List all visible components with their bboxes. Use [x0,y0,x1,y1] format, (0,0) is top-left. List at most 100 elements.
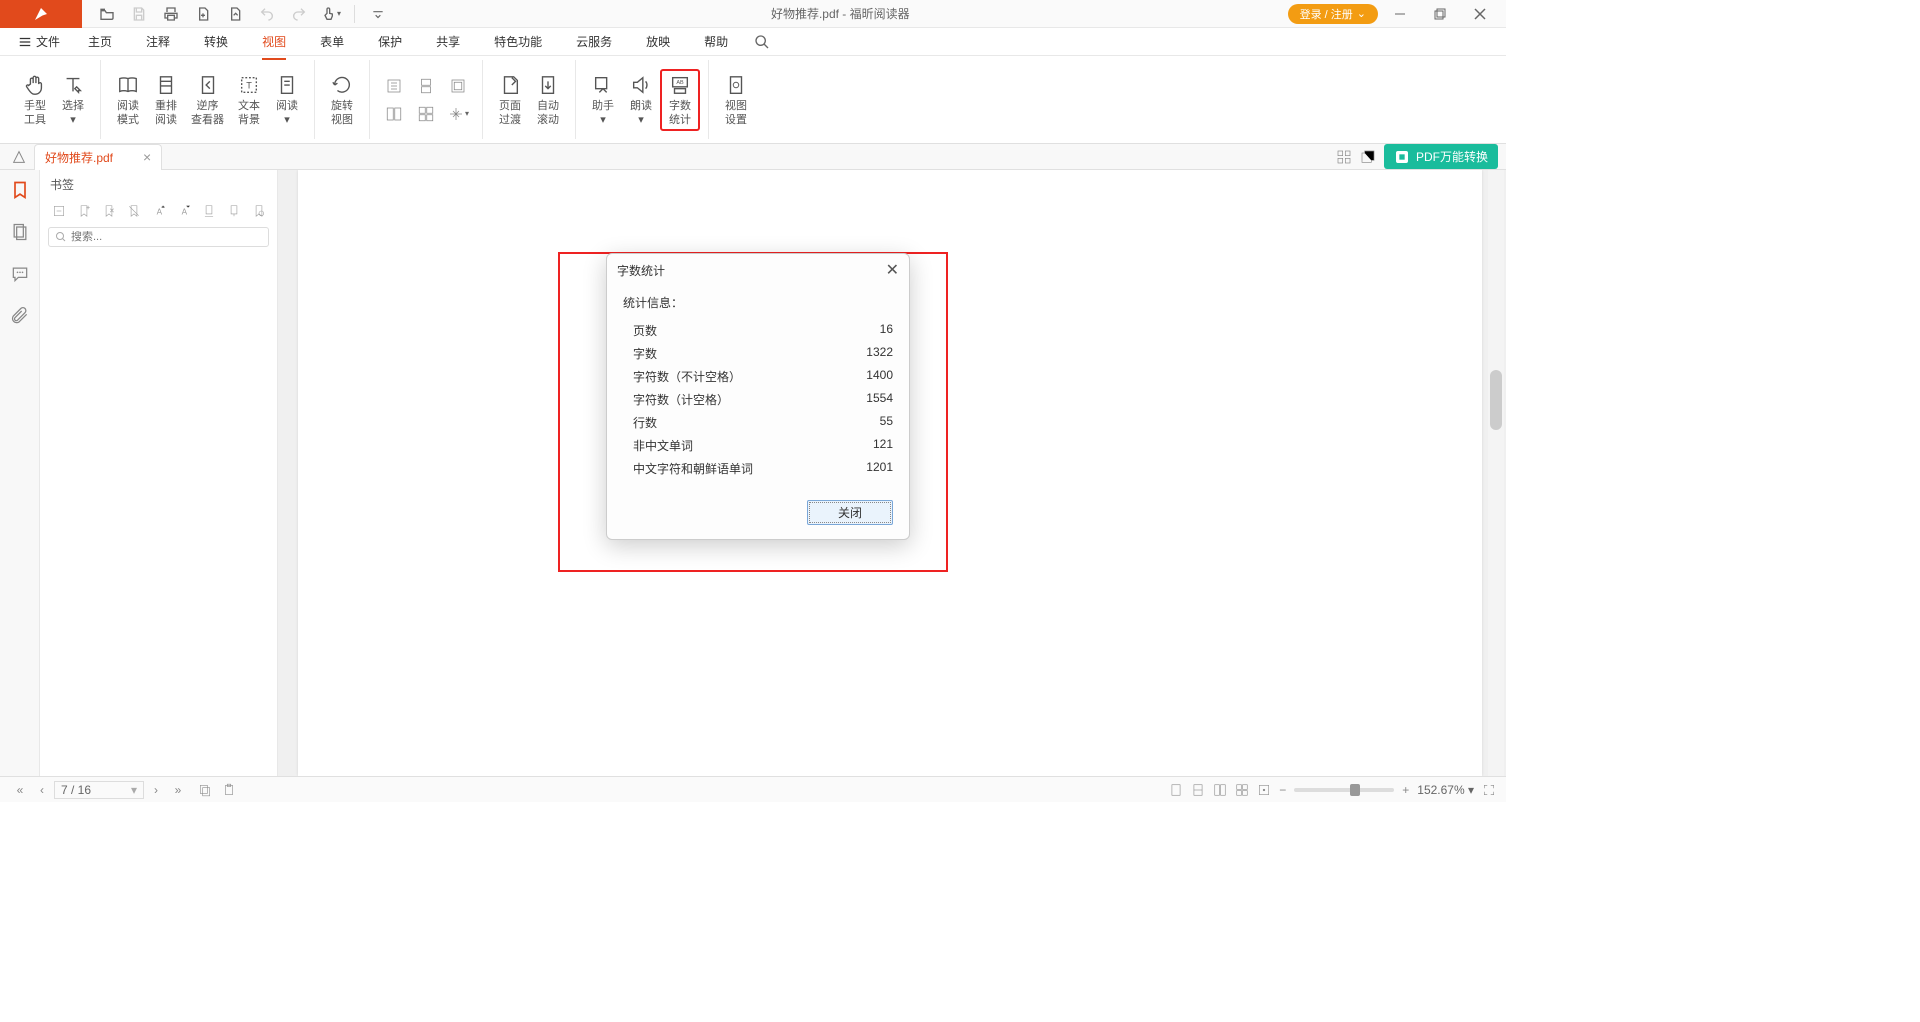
read-bg-button[interactable]: 阅读▾ [268,71,306,129]
undo-icon[interactable] [252,1,282,27]
text-viewer-button[interactable]: T 文本 背景 [230,71,268,129]
touch-icon[interactable]: ▾ [316,1,346,27]
menu-share[interactable]: 共享 [420,29,476,54]
zoom-slider-thumb[interactable] [1350,784,1360,796]
bm-tool8-icon[interactable] [223,201,244,221]
menu-view[interactable]: 视图 [246,29,302,54]
close-button[interactable] [1462,1,1498,27]
word-count-button[interactable]: AB 字数 统计 [660,69,700,131]
maximize-button[interactable] [1422,1,1458,27]
bookmark-search-input[interactable] [71,231,262,243]
reverse-viewer-button[interactable]: 逆序 查看器 [185,71,230,129]
layout2-icon[interactable] [378,101,410,127]
fullscreen-button[interactable] [1482,783,1496,797]
titlebar: ▾ 好物推荐.pdf - 福昕阅读器 登录 / 注册⌄ [0,0,1506,28]
next-page-button[interactable]: › [146,783,166,797]
bm-expand-icon[interactable] [48,201,69,221]
menu-features[interactable]: 特色功能 [478,29,558,54]
menu-home[interactable]: 主页 [72,29,128,54]
bm-cut-icon[interactable] [98,201,119,221]
comments-panel-button[interactable] [6,260,34,288]
sb-layout2-icon[interactable] [1191,783,1205,797]
page-indicator[interactable]: 7 / 16 ▾ [54,781,144,799]
svg-text:T: T [246,80,252,90]
zoom-in-button[interactable]: + [1402,783,1409,797]
layout6-icon[interactable]: ▾ [442,101,474,127]
minimize-button[interactable] [1382,1,1418,27]
menu-help[interactable]: 帮助 [688,29,744,54]
attachments-panel-button[interactable] [6,302,34,330]
menu-form[interactable]: 表单 [304,29,360,54]
document-tab[interactable]: 好物推荐.pdf × [34,144,162,170]
helper-button[interactable]: 助手▾ [584,71,622,129]
doc-plus-icon[interactable] [188,1,218,27]
sb-fit-icon[interactable] [1257,783,1271,797]
save-icon[interactable] [124,1,154,27]
zoom-slider[interactable] [1294,788,1394,792]
reflow-button[interactable]: 重排 阅读 [147,71,185,129]
login-button[interactable]: 登录 / 注册⌄ [1288,4,1378,24]
svg-text:A: A [156,208,162,217]
read-aloud-button[interactable]: 朗读▾ [622,71,660,129]
statusbar: « ‹ 7 / 16 ▾ › » − + 152.67% ▾ [0,776,1506,802]
select-tool-button[interactable]: 选择▾ [54,71,92,129]
restore-view-icon[interactable] [1360,149,1376,165]
bookmark-search[interactable] [48,227,269,247]
prev-page-button[interactable]: ‹ [32,783,52,797]
read-icon [275,73,299,97]
doc-arrow-icon[interactable] [220,1,250,27]
book-icon [116,73,140,97]
bookmark-tools: A A [40,199,277,223]
print-icon[interactable] [156,1,186,27]
sb-layout3-icon[interactable] [1213,783,1227,797]
bm-add-icon[interactable] [73,201,94,221]
zoom-level[interactable]: 152.67% ▾ [1417,783,1474,797]
bm-font-dec-icon[interactable]: A [173,201,194,221]
first-page-button[interactable]: « [10,783,30,797]
last-page-button[interactable]: » [168,783,188,797]
file-menu[interactable]: 文件 [8,29,70,54]
sb-paste-icon[interactable] [222,783,236,797]
bm-font-inc-icon[interactable]: A [148,201,169,221]
quick-access-toolbar: ▾ [82,1,393,27]
sb-layout4-icon[interactable] [1235,783,1249,797]
tab-close-icon[interactable]: × [143,149,151,165]
menu-present[interactable]: 放映 [630,29,686,54]
layout5-icon[interactable] [442,73,474,99]
bm-find-icon[interactable] [248,201,269,221]
auto-scroll-button[interactable]: 自动 滚动 [529,71,567,129]
view-settings-button[interactable]: 视图 设置 [717,71,755,129]
menu-search-icon[interactable] [754,34,770,50]
menu-protect[interactable]: 保护 [362,29,418,54]
open-icon[interactable] [92,1,122,27]
redo-icon[interactable] [284,1,314,27]
grid-view-icon[interactable] [1336,149,1352,165]
layout1-icon[interactable] [378,73,410,99]
menu-cloud[interactable]: 云服务 [560,29,628,54]
scrollbar-thumb[interactable] [1490,370,1502,430]
bm-tool7-icon[interactable] [198,201,219,221]
qat-customize-icon[interactable] [363,1,393,27]
menu-convert[interactable]: 转换 [188,29,244,54]
dialog-close-button[interactable]: ✕ [886,260,899,280]
rotate-view-button[interactable]: 旋转 视图 [323,71,361,129]
pdf-convert-button[interactable]: PDF万能转换 [1384,144,1498,169]
menu-comment[interactable]: 注释 [130,29,186,54]
layout4-icon[interactable] [410,101,442,127]
sb-layout1-icon[interactable] [1169,783,1183,797]
page-transition-button[interactable]: 页面 过渡 [491,71,529,129]
dialog-close-action-button[interactable]: 关闭 [807,500,893,525]
sb-copy-icon[interactable] [198,783,212,797]
left-toolbar [0,170,40,776]
vertical-scrollbar[interactable] [1488,170,1504,776]
shape-tool-icon[interactable] [4,149,34,165]
read-mode-button[interactable]: 阅读 模式 [109,71,147,129]
convert-icon [1394,149,1410,165]
bookmark-panel-button[interactable] [6,176,34,204]
bm-delete-icon[interactable] [123,201,144,221]
zoom-out-button[interactable]: − [1279,783,1286,797]
pages-panel-button[interactable] [6,218,34,246]
hand-tool-button[interactable]: 手型 工具 [16,71,54,129]
bookmark-panel: 书签 A A [40,170,278,776]
layout3-icon[interactable] [410,73,442,99]
